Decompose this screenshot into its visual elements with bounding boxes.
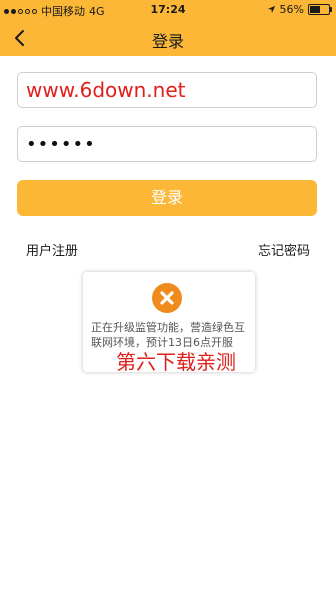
battery-icon — [308, 4, 332, 15]
watermark-text: 第六下载亲测 — [116, 350, 236, 374]
status-bar: 中国移动 4G 17:24 56% — [0, 0, 336, 20]
password-field[interactable] — [17, 126, 317, 162]
battery-percent: 56% — [279, 3, 304, 16]
close-circle-icon — [152, 283, 182, 313]
forgot-password-link[interactable]: 忘记密码 — [258, 240, 310, 259]
register-link[interactable]: 用户注册 — [26, 240, 78, 259]
username-field[interactable] — [17, 72, 317, 108]
login-button[interactable]: 登录 — [17, 180, 317, 216]
nav-bar: 登录 — [0, 20, 336, 56]
status-right: 56% — [267, 3, 332, 16]
page-title: 登录 — [151, 32, 184, 51]
battery-fill — [310, 6, 321, 13]
location-arrow-icon — [267, 5, 275, 14]
username-input[interactable] — [18, 73, 316, 107]
password-input[interactable] — [18, 127, 316, 161]
